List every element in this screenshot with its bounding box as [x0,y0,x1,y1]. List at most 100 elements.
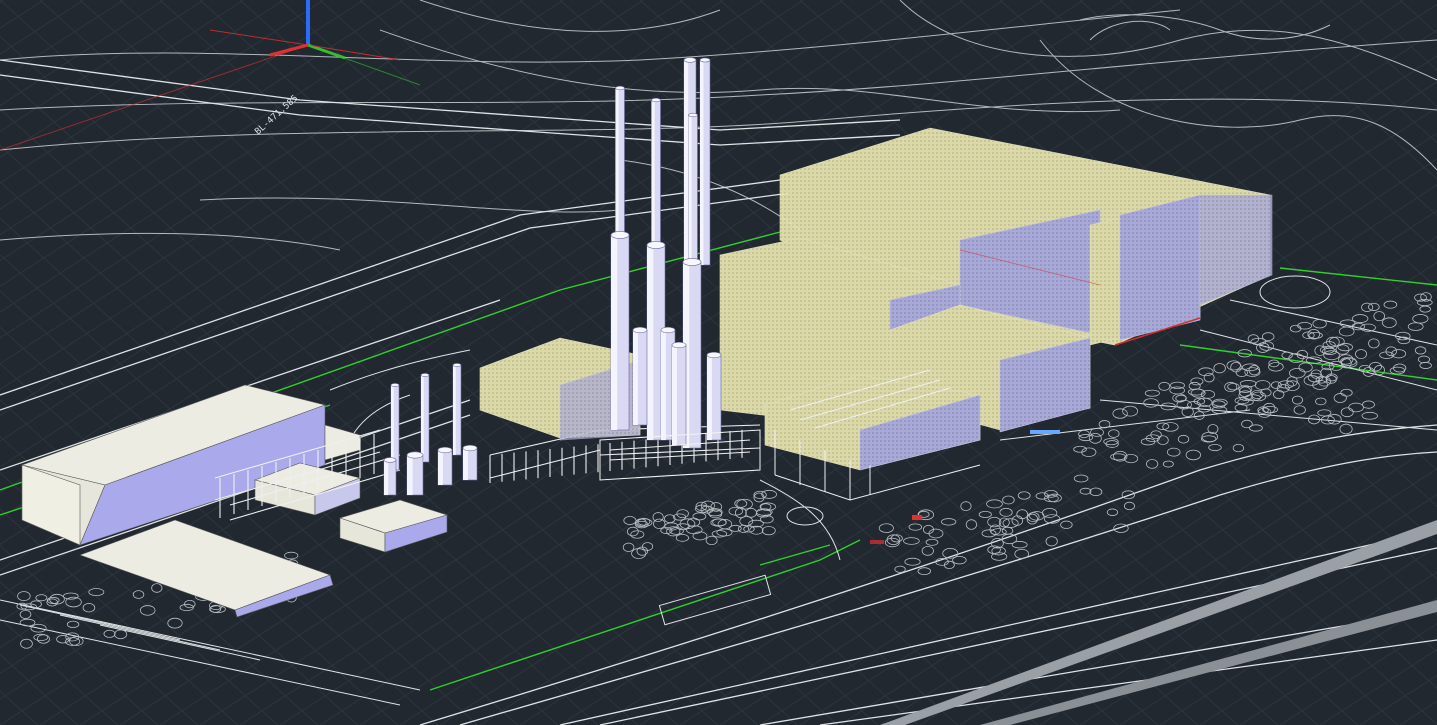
tank[interactable] [406,451,424,496]
tree-symbol [114,629,128,640]
chimney-stack-group[interactable] [610,57,722,449]
tree-symbol [1241,419,1253,429]
chimney-flue[interactable] [699,57,711,266]
tree-symbol [749,525,764,535]
tree-symbol [1391,349,1407,359]
tree-symbol [1227,382,1240,391]
chimney-flue[interactable] [651,97,661,251]
tree-symbol [692,512,707,521]
tree-symbol [1407,322,1424,331]
tree-symbol [167,617,183,629]
tree-symbol [1319,346,1335,354]
tree-symbol [1002,495,1015,505]
tree-symbol [1016,509,1029,520]
tank[interactable] [462,444,478,481]
small-stack[interactable] [420,373,430,463]
tree-symbol [1169,386,1185,395]
tree-symbol [1340,407,1354,418]
tree-symbol [1188,381,1201,391]
small-stack[interactable] [390,383,400,471]
tree-symbol [1383,300,1398,309]
tree-symbol [990,528,1007,536]
stack-column[interactable] [671,341,687,446]
tree-symbol [1190,377,1204,386]
tree-symbol [1339,423,1353,435]
tree-symbol [878,523,894,533]
road-label: BL-471.585 [253,94,300,138]
chimney-flue[interactable] [615,85,625,241]
tree-symbol [1412,314,1429,324]
tree-symbol [1213,363,1226,374]
tree-symbol [965,519,978,530]
tree-symbol [1373,311,1386,322]
tree-symbol [692,531,708,541]
model-space-canvas[interactable]: BL-471.585 [0,0,1437,725]
tree-symbol [1014,548,1030,559]
tree-symbol [941,518,957,526]
tree-symbol [103,629,116,638]
tree-symbol [132,590,145,599]
tree-symbol [1089,487,1103,497]
tree-symbol [1361,411,1378,420]
tree-symbol [711,530,728,538]
tree-symbol [925,538,939,546]
tree-symbol [1417,355,1431,364]
tree-symbol [1081,447,1097,458]
tree-symbol [1177,434,1190,444]
tree-symbol [1162,422,1179,432]
tree-symbol [978,510,992,518]
stack-column[interactable] [632,326,648,426]
small-stack-group[interactable] [383,363,478,496]
chimney-flue[interactable] [688,112,698,266]
tree-symbol [1232,443,1245,453]
tree-symbol [1045,536,1058,547]
warehouse-building[interactable] [20,384,361,546]
tree-symbol [1293,405,1306,415]
tree-symbol [1289,324,1302,333]
tank[interactable] [383,457,397,496]
boiler-house-volume[interactable] [479,127,1273,471]
tree-symbol [1088,433,1102,444]
small-stack[interactable] [452,363,462,456]
cad-model-viewport[interactable]: BL-471.585 [0,0,1437,725]
stack-column[interactable] [706,351,722,441]
tree-symbol [1185,449,1201,461]
tree-symbol [1110,453,1127,461]
tree-symbol [1338,326,1355,337]
tree-symbol [1291,395,1303,405]
tree-symbol [151,583,163,593]
tree-symbol [19,609,32,619]
tree-symbol [745,507,757,518]
tank[interactable] [437,446,453,486]
tree-symbol [1352,314,1369,324]
tree-symbol [19,618,36,627]
tree-symbol [652,512,664,523]
tree-symbol [1244,394,1261,402]
tree-symbol [1385,346,1397,357]
tree-symbol [1226,360,1241,371]
tree-symbol [921,545,934,556]
tree-symbol [685,525,703,535]
tree-symbol [676,523,690,531]
tree-symbol [1123,501,1135,511]
tree-symbol [1078,429,1090,439]
tree-symbol [1389,366,1406,375]
tree-symbol [1017,491,1031,500]
tree-symbol [17,591,31,602]
tree-symbol [1268,359,1280,368]
tree-symbol [1298,362,1313,373]
tree-symbol [1262,405,1279,414]
tree-symbol [908,523,923,531]
tree-symbol [1273,389,1285,400]
tree-symbol [82,603,96,613]
chimney-base[interactable] [610,231,630,431]
tree-symbol [1143,398,1159,408]
tree-symbol [991,552,1008,561]
tree-symbol [687,517,701,527]
tree-symbol [1254,380,1271,391]
tree-symbol [716,528,733,537]
tree-symbol [1146,459,1159,469]
tree-symbol [1308,331,1323,339]
small-annex-building[interactable] [339,499,449,553]
tree-symbol [1112,408,1128,419]
